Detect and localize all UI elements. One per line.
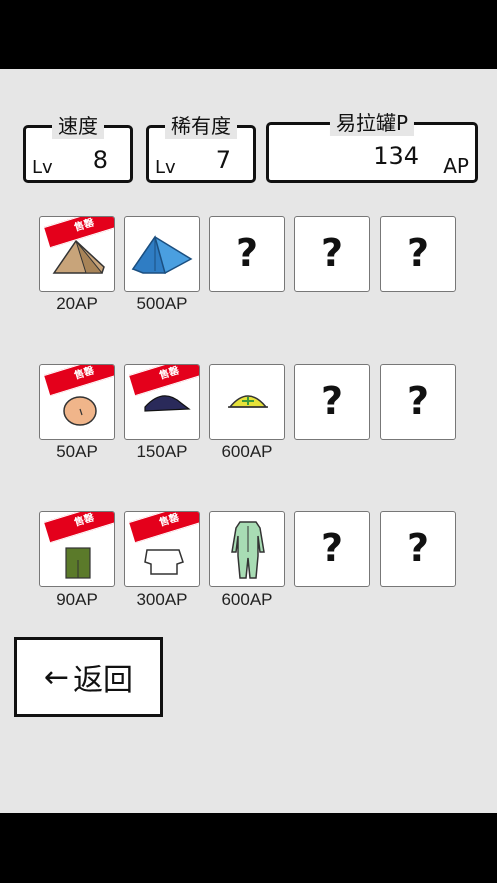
- speed-lv-label: Lv: [32, 157, 53, 178]
- yellow-helmet-icon: [228, 395, 268, 408]
- item-slot-unknown[interactable]: ?: [294, 511, 370, 587]
- points-value: 134: [373, 142, 419, 170]
- item-slot-white-shirt[interactable]: 售罄: [124, 511, 200, 587]
- item-slot-unknown[interactable]: ?: [380, 216, 456, 292]
- item-slot-unknown[interactable]: ?: [380, 511, 456, 587]
- item-slot-unknown[interactable]: ?: [294, 364, 370, 440]
- item-price: 90AP: [56, 590, 98, 609]
- item-price: 20AP: [56, 294, 98, 313]
- item-slot-green-overalls[interactable]: [209, 511, 285, 587]
- question-mark-icon: ?: [320, 231, 344, 275]
- item-price: 300AP: [136, 590, 188, 609]
- speed-stat-box: 速度 Lv 8: [23, 110, 133, 183]
- points-unit: AP: [443, 154, 469, 178]
- speed-title: 速度: [52, 110, 104, 139]
- item-price: 600AP: [221, 442, 273, 461]
- arrow-left-icon: ←: [43, 659, 70, 695]
- rarity-level-value: 7: [215, 146, 231, 174]
- question-mark-icon: ?: [406, 231, 430, 275]
- green-overalls-icon: [231, 521, 265, 579]
- rarity-title: 稀有度: [165, 110, 237, 139]
- question-mark-icon: ?: [235, 231, 259, 275]
- item-price: 50AP: [56, 442, 98, 461]
- question-mark-icon: ?: [320, 526, 344, 570]
- rarity-lv-label: Lv: [155, 157, 176, 178]
- shop-screen: 速度 Lv 8 稀有度 Lv 7 易拉罐P 134 AP 售罄 20AP 500…: [0, 69, 497, 813]
- item-slot-unknown[interactable]: ?: [209, 216, 285, 292]
- item-slot-cap[interactable]: 售罄: [124, 364, 200, 440]
- item-price: 150AP: [136, 442, 188, 461]
- question-mark-icon: ?: [406, 526, 430, 570]
- item-price: 500AP: [136, 294, 188, 313]
- back-button[interactable]: ← 返回: [14, 637, 163, 717]
- item-slot-unknown[interactable]: ?: [294, 216, 370, 292]
- question-mark-icon: ?: [406, 379, 430, 423]
- item-slot-green-shirt[interactable]: 售罄: [39, 511, 115, 587]
- item-slot-face[interactable]: 售罄: [39, 364, 115, 440]
- item-slot-yellow-helmet[interactable]: [209, 364, 285, 440]
- blue-tent-icon: [131, 235, 193, 274]
- question-mark-icon: ?: [320, 379, 344, 423]
- rarity-stat-box: 稀有度 Lv 7: [146, 110, 256, 183]
- item-price: 600AP: [221, 590, 273, 609]
- item-slot-unknown[interactable]: ?: [380, 364, 456, 440]
- speed-level-value: 8: [92, 146, 108, 174]
- points-title: 易拉罐P: [329, 107, 415, 136]
- item-slot-tan-tent[interactable]: 售罄: [39, 216, 115, 292]
- points-stat-box: 易拉罐P 134 AP: [266, 107, 478, 183]
- item-slot-blue-tent[interactable]: [124, 216, 200, 292]
- back-button-label: 返回: [73, 663, 134, 698]
